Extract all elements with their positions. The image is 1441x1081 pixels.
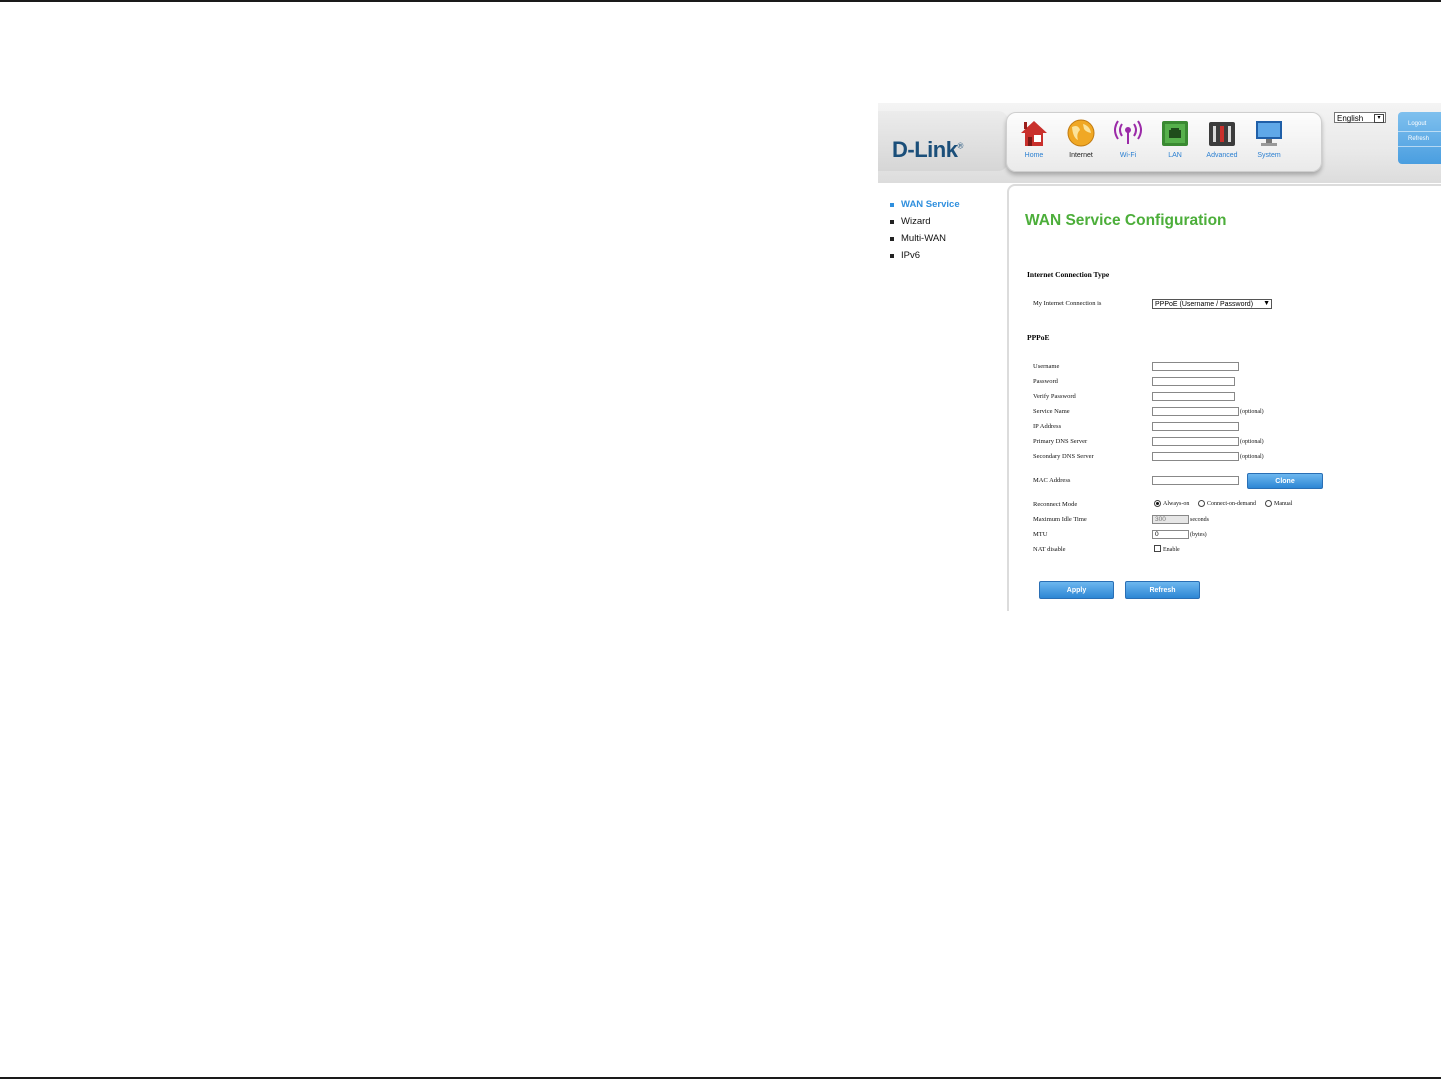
secondary-dns-note: (optional): [1240, 454, 1264, 460]
nav-wifi-label: Wi-Fi: [1119, 152, 1137, 159]
dlink-logo: D-Link®: [892, 137, 963, 162]
mtu-label: MTU: [1033, 531, 1048, 538]
connection-type-select[interactable]: PPPoE (Username / Password) ▼: [1152, 299, 1272, 309]
page-title: WAN Service Configuration: [1025, 212, 1227, 229]
primary-dns-field[interactable]: [1152, 437, 1239, 446]
refresh-link[interactable]: Refresh: [1398, 132, 1441, 147]
username-field[interactable]: [1152, 362, 1239, 371]
nav-lan[interactable]: LAN: [1152, 118, 1198, 159]
ip-address-label: IP Address: [1033, 423, 1062, 430]
chevron-down-icon: ▾: [1374, 114, 1384, 123]
nav-home[interactable]: Home: [1011, 118, 1057, 159]
bullet-icon: [890, 236, 894, 241]
reconnect-on-demand-radio[interactable]: [1198, 500, 1205, 507]
refresh-button[interactable]: Refresh: [1125, 581, 1200, 599]
network-port-icon: [1162, 121, 1188, 146]
nav-internet[interactable]: Internet: [1058, 118, 1104, 159]
left-menu: WAN Service Wizard Multi-WAN IPv6: [890, 196, 960, 264]
mtu-note: (bytes): [1190, 532, 1207, 538]
mac-address-label: MAC Address: [1033, 477, 1071, 484]
logout-link[interactable]: Logout: [1398, 117, 1441, 132]
max-idle-note: seconds: [1190, 517, 1209, 523]
bullet-icon: [890, 253, 894, 258]
nav-wifi[interactable]: Wi-Fi: [1105, 118, 1151, 159]
monitor-icon: [1256, 121, 1282, 146]
nav-home-label: Home: [1024, 152, 1044, 159]
header-bar: D-Link® Home Internet Wi-Fi LAN Advanced…: [878, 103, 1441, 183]
wifi-antenna-icon: [1114, 120, 1142, 144]
language-select[interactable]: English ▾: [1334, 112, 1386, 123]
nav-lan-label: LAN: [1168, 152, 1182, 159]
nav-system[interactable]: System: [1246, 118, 1292, 159]
apply-button[interactable]: Apply: [1039, 581, 1114, 599]
nav-internet-label: Internet: [1069, 152, 1093, 159]
service-name-note: (optional): [1240, 409, 1264, 415]
main-nav: Home Internet Wi-Fi LAN Advanced System: [1006, 112, 1322, 172]
language-value: English: [1337, 114, 1364, 123]
mtu-field[interactable]: 0: [1152, 530, 1189, 539]
router-web-ui: D-Link® Home Internet Wi-Fi LAN Advanced…: [878, 103, 1441, 611]
reconnect-on-demand-label: Connect-on-demand: [1207, 501, 1256, 507]
password-label: Password: [1033, 378, 1058, 385]
menu-item-ipv6[interactable]: IPv6: [890, 247, 960, 264]
nav-system-label: System: [1257, 152, 1281, 159]
logo-panel: D-Link®: [878, 111, 1008, 171]
globe-icon: [1067, 119, 1095, 147]
bullet-icon: [890, 202, 894, 207]
reconnect-manual-label: Manual: [1274, 501, 1293, 507]
page-top-rule: [0, 0, 1441, 2]
connection-type-value: PPPoE (Username / Password): [1155, 301, 1254, 308]
reconnect-mode-label: Reconnect Mode: [1033, 501, 1078, 508]
menu-item-multi-wan[interactable]: Multi-WAN: [890, 230, 960, 247]
reconnect-always-on-radio[interactable]: [1154, 500, 1161, 507]
ip-address-field[interactable]: [1152, 422, 1239, 431]
service-name-field[interactable]: [1152, 407, 1239, 416]
secondary-dns-field[interactable]: [1152, 452, 1239, 461]
secondary-dns-label: Secondary DNS Server: [1033, 453, 1094, 460]
mac-address-field[interactable]: [1152, 476, 1239, 485]
page-bottom-rule: [0, 1077, 1441, 1079]
clone-button[interactable]: Clone: [1247, 473, 1323, 489]
account-panel: Logout Refresh: [1398, 112, 1441, 164]
nav-advanced[interactable]: Advanced: [1199, 118, 1245, 159]
house-icon: [1021, 121, 1047, 146]
connection-type-label: My Internet Connection is: [1033, 300, 1102, 307]
primary-dns-note: (optional): [1240, 439, 1264, 445]
reconnect-manual-radio[interactable]: [1265, 500, 1272, 507]
verify-password-field[interactable]: [1152, 392, 1235, 401]
nat-enable-checkbox[interactable]: [1154, 545, 1161, 552]
username-label: Username: [1033, 363, 1060, 370]
password-field[interactable]: [1152, 377, 1235, 386]
nav-advanced-label: Advanced: [1206, 152, 1238, 159]
nat-enable-label: Enable: [1163, 547, 1180, 553]
service-name-label: Service Name: [1033, 408, 1070, 415]
menu-item-wizard[interactable]: Wizard: [890, 213, 960, 230]
section-pppoe: PPPoE: [1027, 333, 1050, 342]
verify-password-label: Verify Password: [1033, 393, 1076, 400]
section-connection-type: Internet Connection Type: [1027, 270, 1110, 279]
max-idle-label: Maximum Idle Time: [1033, 516, 1087, 523]
max-idle-field[interactable]: 300: [1152, 515, 1189, 524]
toolbox-icon: [1209, 122, 1235, 146]
primary-dns-label: Primary DNS Server: [1033, 438, 1088, 445]
chevron-down-icon: ▼: [1263, 300, 1270, 307]
bullet-icon: [890, 219, 894, 224]
nat-disable-label: NAT disable: [1033, 546, 1066, 553]
reconnect-always-on-label: Always-on: [1163, 501, 1190, 507]
menu-item-wan-service[interactable]: WAN Service: [890, 196, 960, 213]
content-panel: WAN Service Configuration Internet Conne…: [1007, 184, 1441, 611]
